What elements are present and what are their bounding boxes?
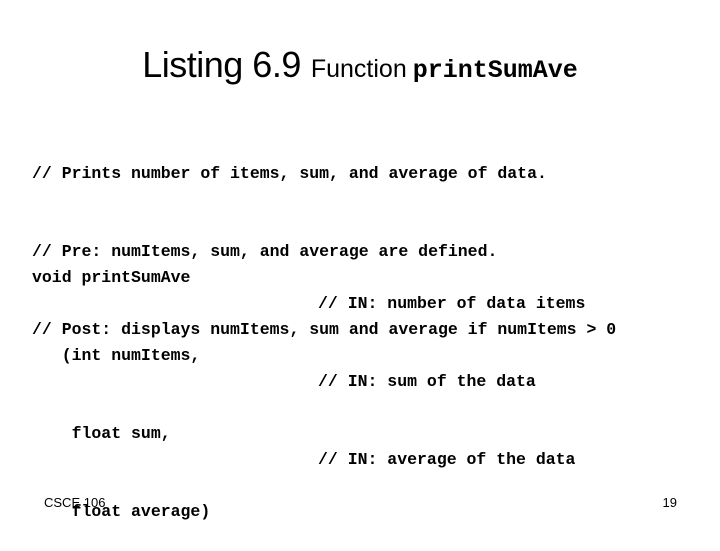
signature-line: (int numItems, <box>32 346 201 365</box>
param-comment-line: // IN: number of data items <box>318 294 586 313</box>
listing-number: Listing 6.9 <box>142 44 301 85</box>
param-comment-line: // IN: sum of the data <box>318 372 536 391</box>
signature-line: float sum, <box>32 424 171 443</box>
parameter-comments: // IN: number of data items // IN: sum o… <box>318 239 585 499</box>
page-number: 19 <box>662 495 677 510</box>
title-label: Function <box>310 55 407 83</box>
course-label: CSCE 106 <box>44 495 106 510</box>
param-comment-line: // IN: average of the data <box>318 450 576 469</box>
slide-title: Listing 6.9 Function printSumAve <box>0 44 720 86</box>
signature-line: void printSumAve <box>32 268 191 287</box>
comment-line: // Prints number of items, sum, and aver… <box>32 164 547 183</box>
function-name: printSumAve <box>412 56 578 85</box>
